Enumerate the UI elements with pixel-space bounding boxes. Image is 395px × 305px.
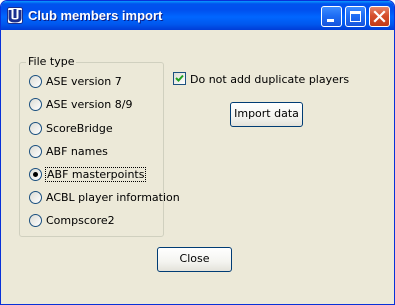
radio-button[interactable] bbox=[29, 75, 42, 88]
radio-label: ScoreBridge bbox=[46, 122, 113, 135]
checkmark-icon bbox=[175, 74, 184, 82]
maximize-button[interactable] bbox=[345, 6, 366, 27]
maximize-icon bbox=[350, 11, 361, 22]
minimize-icon bbox=[327, 19, 334, 22]
close-window-button[interactable] bbox=[369, 6, 390, 27]
close-icon bbox=[373, 10, 386, 23]
title-bar[interactable]: Club members import bbox=[1, 1, 394, 30]
radio-label: ACBL player information bbox=[46, 191, 180, 204]
radio-button[interactable] bbox=[29, 145, 42, 158]
radio-button-selected[interactable] bbox=[29, 168, 42, 181]
radio-button[interactable] bbox=[29, 191, 42, 204]
app-icon[interactable] bbox=[7, 7, 23, 24]
radio-button[interactable] bbox=[29, 98, 42, 111]
radio-label: ASE version 8/9 bbox=[46, 98, 133, 111]
radio-label: ABF masterpoints bbox=[44, 167, 147, 182]
radio-label: Compscore2 bbox=[46, 214, 115, 227]
close-button[interactable]: Close bbox=[157, 247, 232, 272]
radio-label: ASE version 7 bbox=[46, 75, 122, 88]
window-title: Club members import bbox=[28, 8, 163, 23]
radio-label: ABF names bbox=[46, 145, 108, 158]
no-duplicates-label[interactable]: Do not add duplicate players bbox=[190, 73, 349, 86]
radio-button[interactable] bbox=[29, 122, 42, 135]
file-type-legend: File type bbox=[26, 55, 77, 68]
club-members-import-dialog: Club members import File type ASE versio… bbox=[0, 0, 395, 305]
minimize-button[interactable] bbox=[321, 6, 342, 27]
no-duplicates-checkbox[interactable] bbox=[173, 72, 186, 85]
import-data-button[interactable]: Import data bbox=[230, 102, 303, 127]
radio-button[interactable] bbox=[29, 214, 42, 227]
